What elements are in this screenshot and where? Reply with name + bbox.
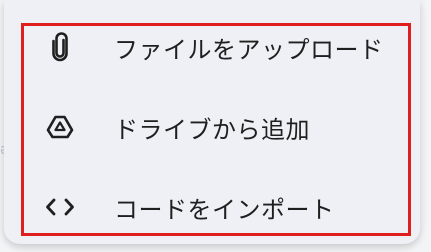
menu-item-label: ファイルをアップロード: [114, 35, 384, 64]
menu-item-label: ドライブから追加: [114, 115, 310, 144]
menu-item-add-from-drive[interactable]: ドライブから追加: [32, 97, 412, 157]
menu-item-upload-file[interactable]: ファイルをアップロード: [32, 17, 412, 77]
paperclip-icon: [32, 32, 88, 62]
menu-item-label: コードをインポート: [114, 195, 335, 224]
drive-icon: [32, 114, 88, 140]
code-icon: [32, 197, 88, 217]
menu-item-import-code[interactable]: コードをインポート: [32, 177, 412, 237]
attach-menu: ファイルをアップロード ドライブから追加 コードをインポート: [4, 0, 420, 244]
screen: ə ファイルをアップロード ドライブから追加: [0, 0, 431, 252]
